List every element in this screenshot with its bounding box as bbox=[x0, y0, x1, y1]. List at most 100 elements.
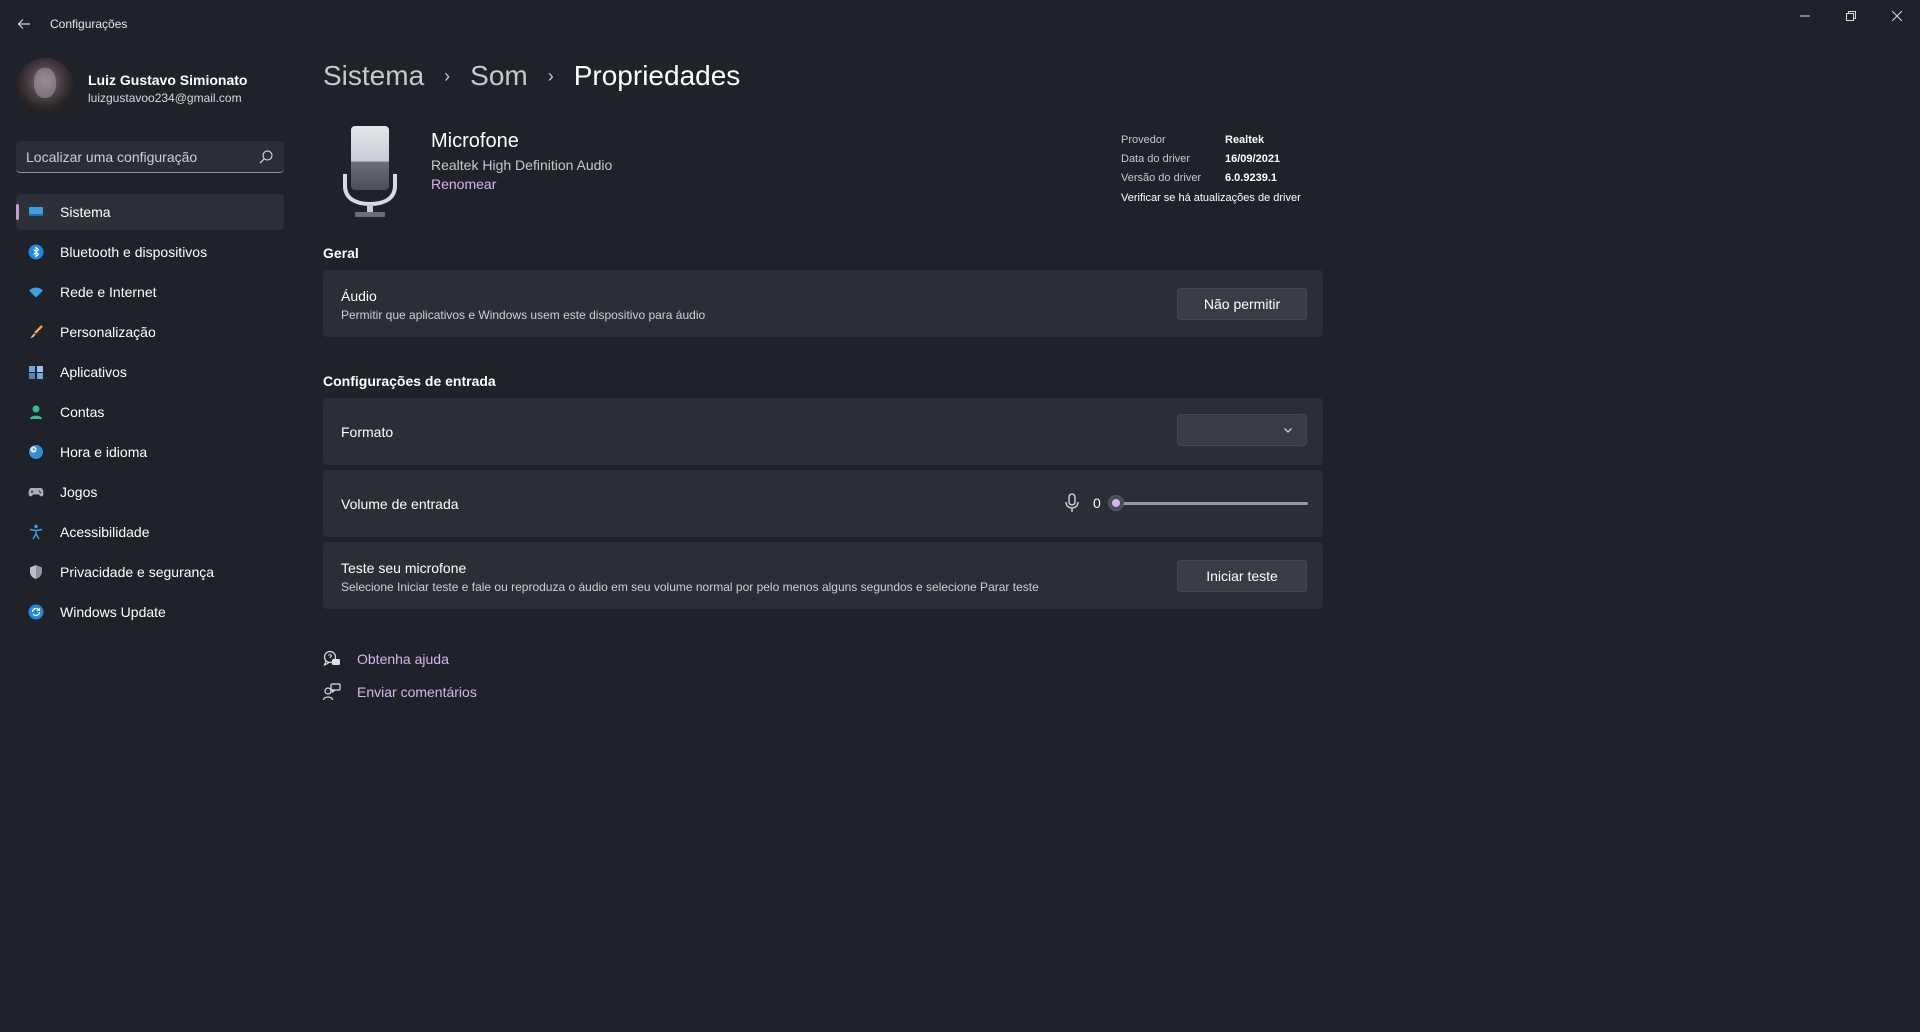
display-icon bbox=[29, 207, 43, 216]
get-help-text: Obtenha ajuda bbox=[357, 650, 449, 667]
input-volume-value: 0 bbox=[1093, 495, 1101, 511]
sidebar-item-label: Personalização bbox=[60, 324, 156, 340]
sidebar-item-sistema[interactable]: Sistema bbox=[16, 194, 284, 230]
breadcrumb-separator: › bbox=[547, 65, 554, 86]
driver-provider-value: Realtek bbox=[1225, 134, 1265, 146]
sidebar-nav: Sistema Bluetooth e dispositivos Rede e … bbox=[16, 194, 284, 634]
search-input[interactable] bbox=[26, 141, 246, 172]
driver-provider-row: Provedor Realtek bbox=[1121, 134, 1341, 153]
update-icon bbox=[28, 604, 44, 620]
restore-icon bbox=[1846, 11, 1856, 21]
input-volume-card: Volume de entrada 0 bbox=[323, 470, 1323, 537]
wifi-icon bbox=[29, 287, 43, 298]
back-button[interactable] bbox=[12, 12, 36, 36]
driver-date-row: Data do driver 16/09/2021 bbox=[1121, 153, 1341, 172]
get-help-link[interactable]: Obtenha ajuda bbox=[323, 642, 477, 675]
sidebar-item-label: Acessibilidade bbox=[60, 524, 150, 540]
maximize-button[interactable] bbox=[1828, 0, 1874, 32]
sidebar-item-hora[interactable]: Hora e idioma bbox=[16, 434, 284, 470]
microphone-icon bbox=[1065, 493, 1079, 512]
sidebar-item-label: Rede e Internet bbox=[60, 284, 157, 300]
section-title-entrada: Configurações de entrada bbox=[323, 373, 496, 389]
user-profile[interactable]: Luiz Gustavo Simionato luizgustavoo234@g… bbox=[16, 58, 286, 118]
sidebar-item-label: Windows Update bbox=[60, 604, 166, 620]
sidebar-item-label: Jogos bbox=[60, 484, 98, 500]
sidebar-item-acessibilidade[interactable]: Acessibilidade bbox=[16, 514, 284, 550]
driver-version-label: Versão do driver bbox=[1121, 172, 1202, 184]
sidebar-item-contas[interactable]: Contas bbox=[16, 394, 284, 430]
format-label: Formato bbox=[341, 424, 394, 440]
sidebar-item-label: Contas bbox=[60, 404, 105, 420]
microphone-icon bbox=[343, 126, 397, 217]
arrow-left-icon bbox=[17, 19, 30, 29]
sidebar-item-label: Privacidade e segurança bbox=[60, 564, 215, 580]
help-chat-icon bbox=[323, 650, 340, 666]
feedback-text: Enviar comentários bbox=[357, 683, 477, 700]
feedback-icon bbox=[323, 682, 341, 700]
start-test-button[interactable]: Iniciar teste bbox=[1177, 560, 1307, 592]
feedback-link[interactable]: Enviar comentários bbox=[323, 675, 477, 708]
page-title: Propriedades bbox=[573, 60, 741, 91]
sidebar-item-label: Bluetooth e dispositivos bbox=[60, 244, 208, 260]
driver-version-row: Versão do driver 6.0.9239.1 bbox=[1121, 172, 1341, 191]
check-driver-updates-link[interactable]: Verificar se há atualizações de driver bbox=[1121, 192, 1301, 204]
driver-date-value: 16/09/2021 bbox=[1225, 153, 1281, 165]
format-card: Formato bbox=[323, 398, 1323, 465]
input-volume-slider[interactable] bbox=[1108, 495, 1308, 511]
help-links: Obtenha ajuda Enviar comentários bbox=[323, 642, 477, 708]
app-title: Configurações bbox=[50, 17, 128, 31]
close-icon bbox=[1892, 11, 1902, 21]
driver-provider-label: Provedor bbox=[1121, 134, 1166, 146]
mic-test-card: Teste seu microfone Selecione Iniciar te… bbox=[323, 542, 1323, 609]
device-name: Microfone bbox=[431, 130, 519, 152]
driver-info: Provedor Realtek Data do driver 16/09/20… bbox=[1121, 134, 1341, 204]
deny-audio-button[interactable]: Não permitir bbox=[1177, 288, 1307, 320]
apps-icon bbox=[29, 366, 43, 379]
audio-card: Áudio Permitir que aplicativos e Windows… bbox=[323, 270, 1323, 337]
sidebar-item-label: Sistema bbox=[60, 204, 111, 220]
sidebar-item-personalizacao[interactable]: Personalização bbox=[16, 314, 284, 350]
minimize-button[interactable] bbox=[1782, 0, 1828, 32]
profile-name: Luiz Gustavo Simionato bbox=[88, 72, 248, 88]
sidebar-item-label: Aplicativos bbox=[60, 364, 127, 380]
device-subtitle: Realtek High Definition Audio bbox=[431, 157, 613, 173]
sidebar-item-windows-update[interactable]: Windows Update bbox=[16, 594, 284, 630]
driver-version-value: 6.0.9239.1 bbox=[1225, 172, 1277, 184]
sidebar-item-label: Hora e idioma bbox=[60, 444, 148, 460]
chevron-down-icon bbox=[1284, 428, 1292, 433]
shield-icon bbox=[30, 565, 42, 579]
bluetooth-icon bbox=[28, 244, 44, 260]
section-title-geral: Geral bbox=[323, 245, 359, 261]
avatar bbox=[16, 58, 74, 116]
breadcrumb-som[interactable]: Som bbox=[470, 60, 528, 92]
globe-clock-icon bbox=[29, 445, 43, 459]
rename-link[interactable]: Renomear bbox=[431, 176, 496, 192]
format-dropdown[interactable] bbox=[1177, 414, 1307, 446]
accessibility-icon bbox=[29, 524, 43, 540]
audio-desc: Permitir que aplicativos e Windows usem … bbox=[341, 308, 706, 322]
sidebar-item-rede[interactable]: Rede e Internet bbox=[16, 274, 284, 310]
sidebar-item-aplicativos[interactable]: Aplicativos bbox=[16, 354, 284, 390]
search-icon[interactable] bbox=[258, 149, 274, 165]
slider-track[interactable] bbox=[1118, 502, 1308, 505]
breadcrumb-sistema[interactable]: Sistema bbox=[323, 60, 424, 92]
sidebar-item-privacidade[interactable]: Privacidade e segurança bbox=[16, 554, 284, 590]
sidebar-item-bluetooth[interactable]: Bluetooth e dispositivos bbox=[16, 234, 284, 270]
slider-thumb[interactable] bbox=[1108, 495, 1124, 511]
search-box[interactable] bbox=[16, 141, 284, 173]
close-button[interactable] bbox=[1874, 0, 1920, 32]
minimize-icon bbox=[1800, 15, 1810, 17]
mic-test-desc: Selecione Iniciar teste e fale ou reprod… bbox=[341, 580, 1039, 594]
profile-email: luizgustavoo234@gmail.com bbox=[88, 91, 242, 105]
mic-test-title: Teste seu microfone bbox=[341, 560, 467, 576]
title-bar: Configurações bbox=[0, 0, 1920, 48]
audio-title: Áudio bbox=[341, 288, 377, 304]
driver-date-label: Data do driver bbox=[1121, 153, 1191, 165]
sidebar-item-jogos[interactable]: Jogos bbox=[16, 474, 284, 510]
breadcrumb: Sistema › Som › Propriedades bbox=[323, 56, 740, 96]
breadcrumb-separator: › bbox=[444, 65, 451, 86]
person-icon bbox=[30, 405, 42, 419]
brush-icon bbox=[30, 325, 43, 339]
input-volume-label: Volume de entrada bbox=[341, 496, 459, 512]
gamepad-icon bbox=[28, 488, 44, 497]
